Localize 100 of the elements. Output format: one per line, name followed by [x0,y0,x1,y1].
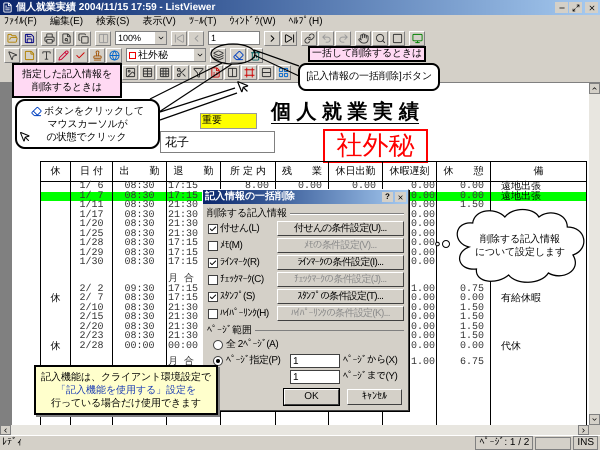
checkbox[interactable] [208,224,218,234]
scroll-right-icon [580,426,587,434]
stamp-combo[interactable]: 社外秘 [126,48,206,62]
checkbox[interactable] [208,292,218,302]
eraser-icon [31,106,42,116]
table-icon[interactable] [139,64,155,80]
column-header: 休 憩 [444,166,484,178]
eraser-icon[interactable] [230,48,246,62]
menu-item[interactable]: ｳｨﾝﾄﾞｳ(W) [230,16,276,28]
table-cell: 17:15 [168,294,198,304]
save-icon[interactable] [21,30,37,46]
table-cell: 0.00 [410,332,435,342]
globe-icon[interactable] [106,48,122,62]
text-icon[interactable] [38,48,54,62]
menu-item[interactable]: 編集(E) [50,16,84,28]
undo-icon[interactable] [318,30,334,46]
stamp-icon[interactable] [89,48,105,62]
search-icon[interactable] [372,30,388,46]
status-text: ﾚﾃﾞｨ [2,437,23,449]
callout-text: の状態でクリック [46,130,126,144]
condition-button[interactable]: 付せんの条件設定(U)... [276,221,404,236]
last-page-icon[interactable] [281,30,297,46]
table-cell: 1.50 [460,322,484,332]
table-cell: 0.00 [460,192,484,202]
page-number-field[interactable]: 1 [208,31,260,45]
callout-text: 削除する記入情報 [480,233,560,246]
condition-button[interactable]: ｽﾀﾝﾌﾟの条件設定(T)... [276,289,404,304]
table-cell: 08:30 [124,239,154,249]
checkbox-label: ﾁｪｯｸﾏｰｸ(C) [220,274,265,286]
minimize-button[interactable] [555,2,568,13]
image-icon[interactable] [122,64,138,80]
print-icon[interactable] [41,30,57,46]
close-button[interactable] [395,192,406,202]
open-folder-icon[interactable] [4,30,20,46]
rows-icon[interactable] [258,64,274,80]
menu-item[interactable]: ﾍﾙﾌﾟ(H) [288,16,323,28]
table-cell: 2/ 7 [79,294,104,304]
column-header: 退 勤 [174,166,214,178]
redo-icon[interactable] [335,30,351,46]
callout-text: 削除するときは [32,80,102,94]
scroll-left-icon [2,426,9,434]
dialog-button[interactable]: OK [284,389,339,405]
checkbox[interactable] [208,258,218,268]
check-icon[interactable] [72,48,88,62]
pencil-icon[interactable] [55,48,71,62]
page-to-field[interactable]: 1 [290,370,340,384]
table-cell: 1.50 [460,304,484,314]
scissors-icon[interactable] [173,64,189,80]
filter-icon[interactable] [190,64,206,80]
document-icon [2,2,13,13]
table-cell: 0.00 [410,239,435,249]
copy-icon[interactable] [75,30,91,46]
table-cell: 08:30 [124,192,154,202]
monitor-icon[interactable] [409,30,425,46]
table-cell: 08:30 [124,313,154,323]
note-text: 行っている場合だけ使用できます [51,396,201,410]
radio-button[interactable] [213,356,223,366]
help-button[interactable]: ? [382,192,393,202]
table-cell: 0.00 [410,220,435,230]
menu-item[interactable]: ﾂｰﾙ(T) [188,16,217,28]
hand-icon[interactable] [355,30,371,46]
close-icon [588,4,596,12]
page-from-field[interactable]: 1 [290,354,340,368]
link-icon[interactable] [301,30,317,46]
table-cell: 17:15 [168,182,198,192]
columns-icon[interactable] [224,64,240,80]
frame-icon[interactable] [241,64,257,80]
vertical-scrollbar[interactable] [589,83,600,425]
menu-item[interactable]: 検索(S) [96,16,130,28]
column-header: 休日出勤 [336,166,376,178]
table-cell: 遠地出張 [501,192,541,202]
callout-text: 指定した記入情報を [22,68,112,80]
table-cell: 08:30 [124,248,154,258]
table-cell: 0.00 [410,258,435,268]
first-page-icon[interactable] [171,30,187,46]
radio-button[interactable] [213,340,223,350]
column-header: 休 [50,166,60,178]
previous-page-icon[interactable] [188,30,204,46]
pointer-icon[interactable] [4,48,20,62]
table-cell: 0.75 [460,284,484,294]
sticky-note-icon[interactable] [21,48,37,62]
close-button[interactable] [585,2,598,13]
pages-icon[interactable] [95,30,111,46]
table-cell: 17:15 [168,239,198,249]
table-cell: 21:30 [168,201,198,211]
table-cell: 0.00 [410,192,435,202]
next-page-icon[interactable] [264,30,280,46]
layout-grid-icon[interactable] [275,64,291,80]
preview-icon[interactable] [58,30,74,46]
select-area-icon[interactable] [389,30,405,46]
grid-icon[interactable] [156,64,172,80]
dialog-button[interactable]: ｷｬﾝｾﾙ [347,389,402,405]
checkbox-label: ﾒﾓ(M) [220,240,244,252]
zoom-combo[interactable]: 100% [115,31,167,45]
horizontal-scrollbar[interactable] [0,425,589,435]
checkbox-label: 付せん(L) [220,222,260,234]
menu-item[interactable]: 表示(V) [142,16,176,28]
maximize-button[interactable] [569,2,582,13]
condition-button[interactable]: ﾗｲﾝﾏｰｸの条件設定(I)... [276,255,404,270]
menu-item[interactable]: ﾌｧｲﾙ(F) [4,16,37,28]
